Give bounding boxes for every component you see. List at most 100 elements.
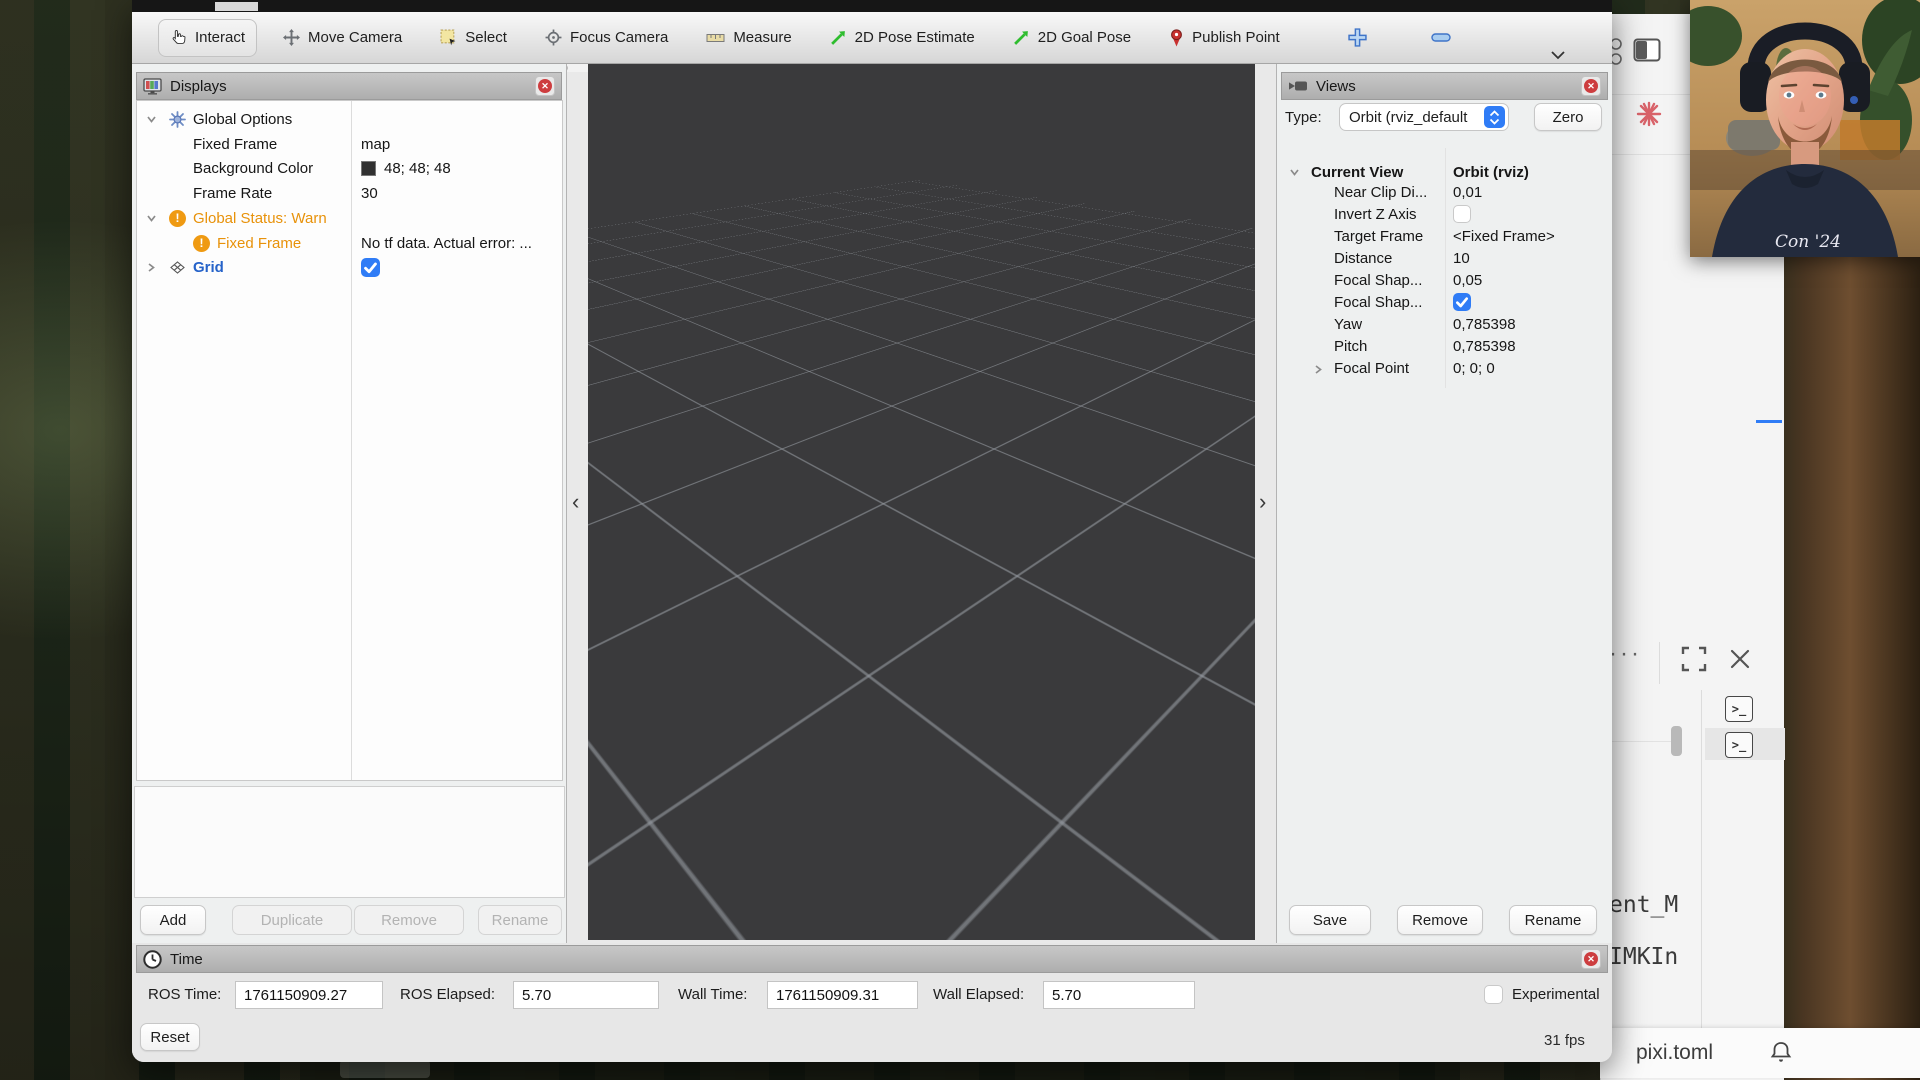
tree-row-label: Focal Shap...	[1334, 270, 1422, 292]
duplicate-display-button[interactable]: Duplicate	[232, 905, 352, 935]
tree-row-global-status[interactable]: ! Global Status: Warn	[137, 206, 562, 231]
warning-icon: !	[169, 210, 186, 227]
views-panel-header[interactable]: Views ✕	[1281, 72, 1608, 100]
ros-time-label: ROS Time:	[148, 981, 221, 1009]
color-swatch[interactable]	[361, 161, 376, 176]
add-tool-button[interactable]	[1336, 19, 1379, 57]
terminal-icon[interactable]: >_	[1725, 732, 1753, 758]
3d-viewport[interactable]	[588, 64, 1255, 940]
toolbar-button-select[interactable]: Select	[428, 19, 519, 57]
tree-row-value[interactable]: No tf data. Actual error: ...	[361, 231, 532, 256]
panel-close-button[interactable]: ✕	[1581, 76, 1601, 96]
chevron-down-icon[interactable]	[146, 213, 157, 224]
toolbar-button-focus-camera[interactable]: Focus Camera	[533, 19, 680, 57]
tree-row-value[interactable]: map	[361, 132, 390, 157]
wall-elapsed-input[interactable]: 5.70	[1043, 981, 1195, 1009]
wall-time-label: Wall Time:	[678, 981, 747, 1009]
toolbar-button-label: Publish Point	[1192, 29, 1280, 46]
save-view-button[interactable]: Save	[1289, 905, 1371, 935]
hand-pointer-icon	[170, 29, 187, 46]
displays-panel-header[interactable]: Displays ✕	[136, 72, 562, 100]
editor-divider	[1601, 94, 1691, 95]
toolbar-button-2d-pose-estimate[interactable]: 2D Pose Estimate	[818, 19, 987, 57]
reset-button[interactable]: Reset	[140, 1023, 200, 1051]
tree-row-fixed-frame-warning[interactable]: ! Fixed Frame No tf data. Actual error: …	[137, 231, 562, 256]
tree-row-focal-point[interactable]: Focal Point 0; 0; 0	[1281, 358, 1609, 380]
tree-row-value[interactable]: 0,785398	[1453, 314, 1516, 336]
chevron-right-icon[interactable]	[1313, 364, 1324, 375]
view-type-dropdown[interactable]: Orbit (rviz_default	[1339, 103, 1509, 131]
tree-row-distance[interactable]: Distance 10	[1281, 248, 1609, 270]
wall-elapsed-label: Wall Elapsed:	[933, 981, 1024, 1009]
tree-row-value[interactable]: 30	[361, 181, 378, 206]
tree-row-value[interactable]: 10	[1453, 248, 1470, 270]
video-camera-icon	[1288, 79, 1308, 93]
more-options-icon[interactable]: ···	[1609, 640, 1642, 668]
toolbar-button-label: 2D Goal Pose	[1038, 29, 1131, 46]
focal-shape-checkbox[interactable]	[1453, 293, 1471, 311]
tree-row-pitch[interactable]: Pitch 0,785398	[1281, 336, 1609, 358]
terminal-icon[interactable]: >_	[1725, 696, 1753, 722]
sidebar-toggle-icon[interactable]	[1633, 38, 1661, 62]
collapse-left-panel-arrow[interactable]: ‹	[572, 492, 579, 512]
tree-row-value[interactable]: 0,01	[1453, 182, 1482, 204]
rename-display-button[interactable]: Rename	[478, 905, 562, 935]
panel-close-button[interactable]: ✕	[535, 76, 555, 96]
views-tree: Current View Orbit (rviz) Near Clip Di..…	[1281, 148, 1609, 388]
toolbar-overflow-chevron-icon[interactable]	[1550, 50, 1566, 60]
remove-tool-button[interactable]	[1419, 19, 1463, 57]
wall-time-input[interactable]: 1761150909.31	[767, 981, 918, 1009]
remove-view-button[interactable]: Remove	[1397, 905, 1483, 935]
views-panel: Views ✕ Type: Orbit (rviz_default Zero C…	[1276, 64, 1612, 943]
tree-row-target-frame[interactable]: Target Frame <Fixed Frame>	[1281, 226, 1609, 248]
tree-row-background-color[interactable]: Background Color 48; 48; 48	[137, 156, 562, 181]
tree-row-invert-z[interactable]: Invert Z Axis	[1281, 204, 1609, 226]
toolbar-button-publish-point[interactable]: Publish Point	[1157, 19, 1292, 57]
grid-plane	[588, 64, 1255, 449]
toolbar-button-measure[interactable]: Measure	[694, 19, 803, 57]
tree-row-value[interactable]: 0,785398	[1453, 336, 1516, 358]
toolbar-button-label: Move Camera	[308, 29, 402, 46]
tree-row-value[interactable]: 48; 48; 48	[384, 156, 451, 181]
collapse-right-panel-arrow[interactable]: ›	[1259, 492, 1266, 512]
displays-tree: Global Options Fixed Frame map Backgroun…	[136, 100, 563, 781]
tree-row-value[interactable]: 0; 0; 0	[1453, 358, 1495, 380]
zero-view-button[interactable]: Zero	[1534, 103, 1602, 131]
chevron-down-icon[interactable]	[1289, 167, 1300, 178]
statusbar-filename[interactable]: pixi.toml	[1636, 1041, 1713, 1065]
tree-row-near-clip[interactable]: Near Clip Di... 0,01	[1281, 182, 1609, 204]
tree-row-focal-shape-size[interactable]: Focal Shap... 0,05	[1281, 270, 1609, 292]
tree-row-focal-shape-fixed[interactable]: Focal Shap...	[1281, 292, 1609, 314]
tree-row-grid[interactable]: Grid	[137, 255, 562, 280]
rename-view-button[interactable]: Rename	[1509, 905, 1597, 935]
tree-row-label: Pitch	[1334, 336, 1367, 358]
time-panel-header[interactable]: Time ✕	[136, 945, 1608, 973]
ros-elapsed-input[interactable]: 5.70	[513, 981, 659, 1009]
tree-row-fixed-frame[interactable]: Fixed Frame map	[137, 132, 562, 157]
tree-row-yaw[interactable]: Yaw 0,785398	[1281, 314, 1609, 336]
minus-icon	[1431, 33, 1451, 42]
tree-row-label: Near Clip Di...	[1334, 182, 1427, 204]
tree-row-frame-rate[interactable]: Frame Rate 30	[137, 181, 562, 206]
panel-close-button[interactable]: ✕	[1581, 949, 1601, 969]
selection-box-icon	[440, 29, 457, 46]
experimental-checkbox[interactable]	[1484, 985, 1503, 1004]
ros-time-input[interactable]: 1761150909.27	[235, 981, 383, 1009]
grid-enabled-checkbox[interactable]	[361, 258, 380, 277]
chevron-right-icon[interactable]	[146, 262, 157, 273]
close-icon[interactable]	[1729, 648, 1751, 670]
toolbar-button-2d-goal-pose[interactable]: 2D Goal Pose	[1001, 19, 1143, 57]
remove-display-button[interactable]: Remove	[354, 905, 464, 935]
tree-row-global-options[interactable]: Global Options	[137, 107, 562, 132]
chevron-down-icon[interactable]	[146, 114, 157, 125]
starburst-icon[interactable]	[1635, 100, 1663, 128]
expand-icon[interactable]	[1681, 646, 1707, 672]
toolbar-button-interact[interactable]: Interact	[158, 19, 257, 57]
bell-icon[interactable]	[1769, 1040, 1793, 1066]
add-display-button[interactable]: Add	[140, 905, 206, 935]
tree-row-value[interactable]: 0,05	[1453, 270, 1482, 292]
scrollbar-thumb[interactable]	[1671, 726, 1682, 756]
invert-z-checkbox[interactable]	[1453, 205, 1471, 223]
toolbar-button-move-camera[interactable]: Move Camera	[271, 19, 414, 57]
tree-row-value[interactable]: <Fixed Frame>	[1453, 226, 1555, 248]
